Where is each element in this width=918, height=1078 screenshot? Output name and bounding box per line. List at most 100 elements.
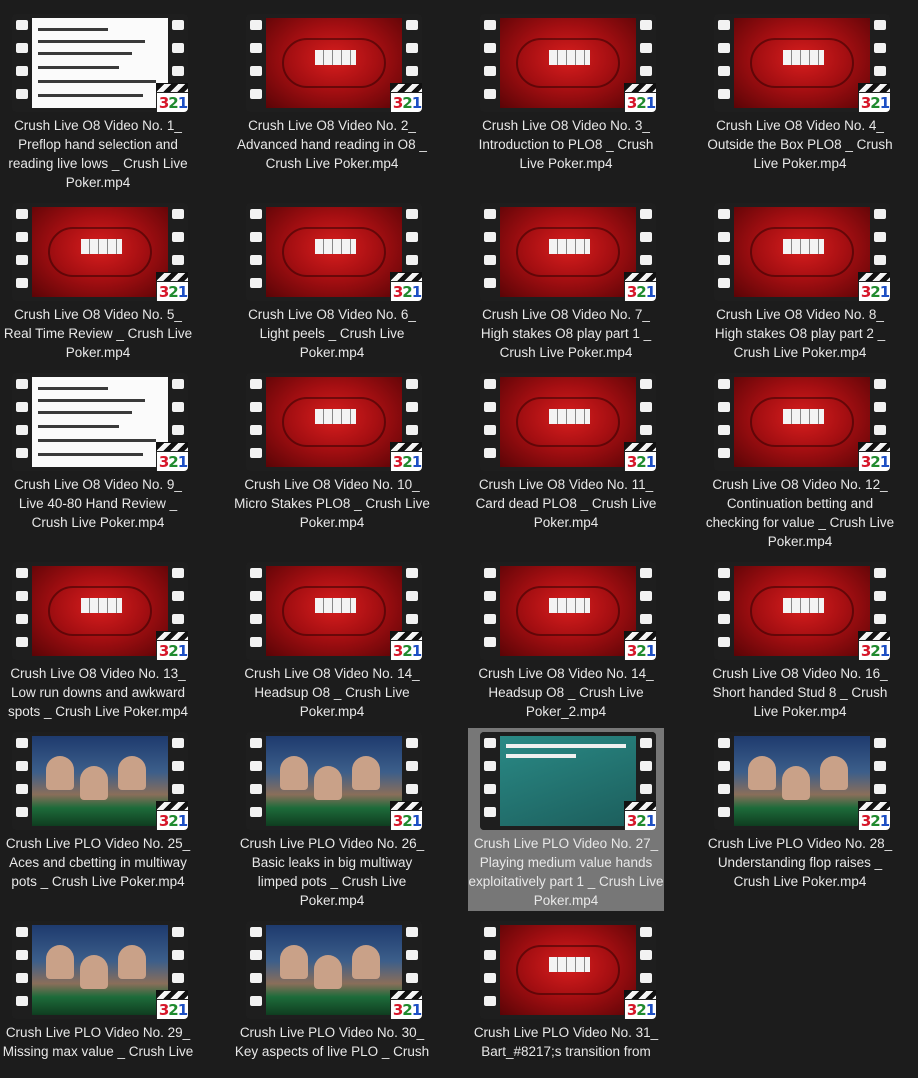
badge-digit: 3 [158,453,169,471]
badge-digit: 2 [402,1001,412,1019]
film-strip-left [714,373,734,471]
film-perforation [484,379,496,389]
file-tile-3[interactable]: 321 Crush Live O8 Video No. 3_ Introduct… [468,10,664,190]
film-perforation [874,614,886,624]
badge-digit: 2 [402,812,412,830]
film-perforation [250,614,262,624]
film-perforation [406,591,418,601]
film-perforation [172,66,184,76]
file-tile-15[interactable]: 321 Crush Live O8 Video No. 14_ Headsup … [468,558,664,719]
document-text-line [38,411,132,414]
video-frame [500,207,636,297]
film-perforation [16,738,28,748]
file-name-label: Crush Live O8 Video No. 5_ Real Time Rev… [3,307,193,360]
file-tile-4[interactable]: 321 Crush Live O8 Video No. 4_ Outside t… [702,10,898,190]
playing-cards [782,50,824,65]
video-thumbnail: 321 [246,14,422,112]
file-tile-7[interactable]: 321 Crush Live O8 Video No. 7_ High stak… [468,199,664,360]
playing-cards [548,50,590,65]
badge-digit: 1 [645,812,656,830]
file-tile-11[interactable]: 321 Crush Live O8 Video No. 11_ Card dea… [468,369,664,549]
video-frame [266,925,402,1015]
film-perforation [16,614,28,624]
film-perforation [640,761,652,771]
file-tile-2[interactable]: 321 Crush Live O8 Video No. 2_ Advanced … [234,10,430,190]
file-tile-23[interactable]: 321 Crush Live PLO Video No. 31_ Bart_#8… [468,917,664,1074]
film-perforation [640,209,652,219]
video-frame [266,207,402,297]
film-perforation [874,784,886,794]
badge-digit: 1 [645,94,656,112]
badge-digit: 2 [168,94,178,112]
file-tile-10[interactable]: 321 Crush Live O8 Video No. 10_ Micro St… [234,369,430,549]
document-text-line [38,94,143,97]
file-tile-21[interactable]: 321 Crush Live PLO Video No. 29_ Missing… [0,917,196,1074]
film-strip-left [246,373,266,471]
film-perforation [172,784,184,794]
badge-digit: 1 [645,453,656,471]
film-perforation [16,807,28,817]
slide-text-line [506,744,626,748]
media-player-badge-icon: 321 [390,442,422,471]
video-thumbnail: 321 [246,562,422,660]
video-thumbnail: 321 [246,732,422,830]
badge-digit: 3 [626,812,637,830]
file-tile-6[interactable]: 321 Crush Live O8 Video No. 6_ Light pee… [234,199,430,360]
film-perforation [718,209,730,219]
film-perforation [172,20,184,30]
playing-cards [80,239,122,254]
badge-digit: 1 [177,812,188,830]
film-perforation [250,807,262,817]
file-tile-8[interactable]: 321 Crush Live O8 Video No. 8_ High stak… [702,199,898,360]
badge-digit: 3 [158,94,169,112]
badge-digit: 2 [870,94,880,112]
film-perforation [874,761,886,771]
file-tile-19[interactable]: 321 Crush Live PLO Video No. 27_ Playing… [468,728,664,911]
video-frame [32,18,168,108]
file-tile-14[interactable]: 321 Crush Live O8 Video No. 14_ Headsup … [234,558,430,719]
film-perforation [16,761,28,771]
file-tile-5[interactable]: 321 Crush Live O8 Video No. 5_ Real Time… [0,199,196,360]
film-perforation [718,89,730,99]
file-tile-9[interactable]: 321 Crush Live O8 Video No. 9_ Live 40-8… [0,369,196,549]
badge-digit: 2 [168,812,178,830]
film-perforation [484,66,496,76]
film-perforation [718,784,730,794]
film-perforation [640,20,652,30]
film-perforation [172,614,184,624]
video-frame [500,377,636,467]
media-player-badge-icon: 321 [624,990,656,1019]
video-thumbnail: 321 [246,373,422,471]
film-perforation [250,278,262,288]
file-tile-17[interactable]: 321 Crush Live PLO Video No. 25_ Aces an… [0,728,196,911]
file-tile-16[interactable]: 321 Crush Live O8 Video No. 16_ Short ha… [702,558,898,719]
film-perforation [406,379,418,389]
film-strip-left [12,732,32,830]
video-frame [734,377,870,467]
badge-digit: 2 [168,453,178,471]
player-figure [820,756,848,790]
file-tile-22[interactable]: 321 Crush Live PLO Video No. 30_ Key asp… [234,917,430,1074]
video-frame [734,566,870,656]
file-tile-12[interactable]: 321 Crush Live O8 Video No. 12_ Continua… [702,369,898,549]
file-tile-13[interactable]: 321 Crush Live O8 Video No. 13_ Low run … [0,558,196,719]
document-text-line [38,439,156,442]
file-tile-18[interactable]: 321 Crush Live PLO Video No. 26_ Basic l… [234,728,430,911]
film-perforation [172,232,184,242]
badge-digit: 3 [626,453,637,471]
video-thumbnail: 321 [480,732,656,830]
film-perforation [172,738,184,748]
badge-digit: 1 [177,453,188,471]
film-perforation [406,568,418,578]
film-perforation [250,568,262,578]
badge-digit: 3 [860,642,871,660]
film-perforation [16,43,28,53]
file-name-label: Crush Live O8 Video No. 14_ Headsup O8 _… [478,666,654,719]
badge-digit: 3 [860,453,871,471]
file-tile-1[interactable]: 321 Crush Live O8 Video No. 1_ Preflop h… [0,10,196,190]
document-text-line [38,387,108,390]
film-perforation [640,255,652,265]
file-tile-20[interactable]: 321 Crush Live PLO Video No. 28_ Underst… [702,728,898,911]
film-perforation [16,927,28,937]
video-frame [734,207,870,297]
